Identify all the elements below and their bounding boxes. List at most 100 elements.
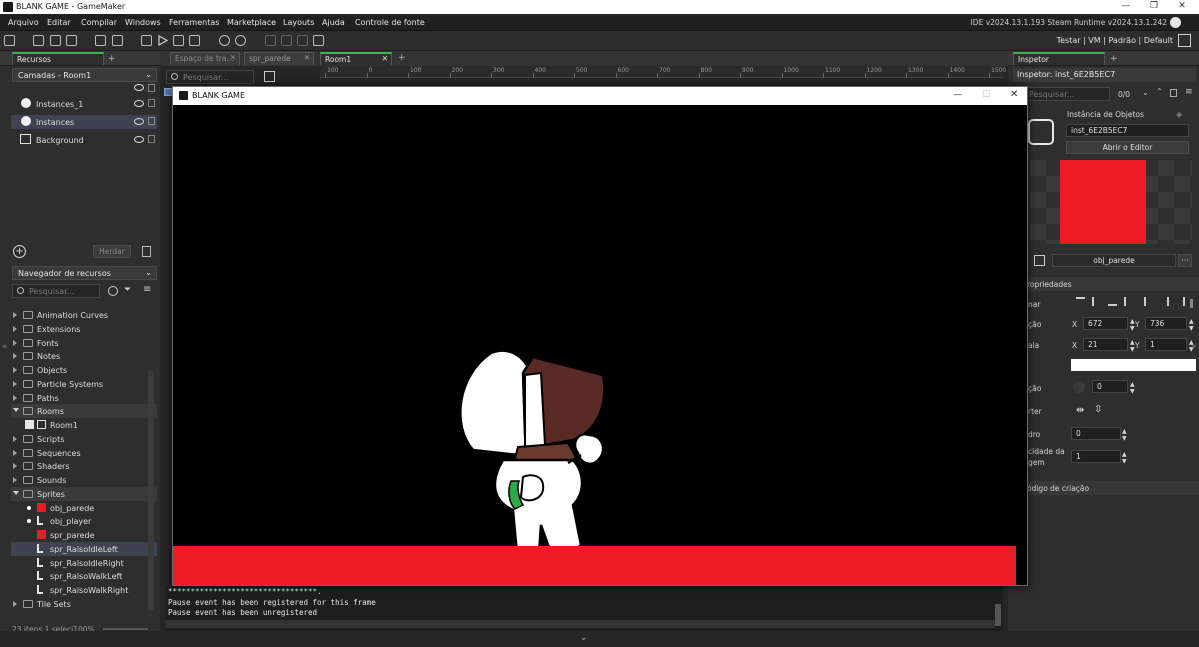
zoom-reset-icon[interactable] — [281, 35, 292, 46]
tree-scrollbar[interactable] — [148, 371, 154, 611]
menu-windows[interactable]: Windows — [125, 18, 161, 27]
tree-item[interactable]: Paths — [11, 391, 157, 405]
layer-checkbox[interactable] — [164, 88, 172, 96]
chevron-right-icon[interactable] — [13, 325, 17, 332]
position-x-field[interactable]: 672 — [1083, 317, 1128, 330]
tree-item[interactable]: Notes — [11, 349, 157, 363]
layer-row[interactable]: Instances — [11, 115, 157, 129]
rotation-field[interactable]: 0 — [1092, 380, 1128, 393]
add-tab-icon[interactable]: + — [1110, 54, 1118, 64]
align-center-icon[interactable] — [1144, 297, 1153, 306]
help-icon[interactable] — [235, 35, 246, 46]
arrow-up-icon[interactable]: ⌃ — [1156, 87, 1163, 96]
zoom-slider[interactable] — [103, 628, 148, 630]
visibility-all-icon[interactable] — [134, 84, 144, 91]
filter-icon[interactable]: ⏷ — [124, 285, 131, 295]
close-icon[interactable]: ✕ — [1171, 1, 1193, 11]
tree-item[interactable]: Rooms — [11, 404, 157, 419]
scale-x-field[interactable]: 21 — [1083, 338, 1128, 351]
align-left-icon[interactable] — [1124, 297, 1133, 306]
chevron-down-icon[interactable] — [13, 490, 19, 495]
layout-icon[interactable] — [313, 35, 324, 46]
layers-select[interactable]: Camadas - Room1 ⌄ — [12, 68, 157, 82]
add-tab-icon[interactable]: + — [108, 54, 116, 64]
align-bottom-icon[interactable] — [1108, 297, 1117, 306]
lock-icon[interactable] — [148, 135, 155, 143]
maximize-icon[interactable]: ☐ — [982, 90, 990, 100]
view-mode-icon[interactable] — [264, 71, 275, 82]
tree-item[interactable]: Room1 — [11, 418, 157, 432]
clean-icon[interactable] — [189, 35, 200, 46]
frame-field[interactable]: 0 — [1071, 427, 1121, 440]
chevron-right-icon[interactable] — [13, 353, 17, 360]
tree-item[interactable]: Animation Curves — [11, 308, 157, 322]
stepper-icon[interactable]: ▲ ▼ — [1130, 381, 1135, 395]
tree-item[interactable]: Extensions — [11, 322, 157, 336]
tree-item[interactable]: Sequences — [11, 446, 157, 460]
console-hscrollbar[interactable] — [165, 620, 995, 628]
rotation-dial-icon[interactable] — [1073, 381, 1085, 393]
flip-vertical-icon[interactable]: ⇳ — [1094, 404, 1102, 415]
open-project-icon[interactable] — [50, 35, 61, 46]
trash-icon[interactable] — [142, 246, 151, 257]
object-select[interactable]: obj_parede — [1052, 254, 1176, 267]
tab-room1[interactable]: Room1 ✕ — [320, 52, 392, 65]
edit-sprite-icon[interactable] — [1034, 255, 1045, 266]
account-icon[interactable] — [1170, 17, 1181, 28]
menu-icon[interactable]: ≡ — [143, 284, 151, 295]
lock-icon[interactable] — [148, 99, 155, 107]
flip-horizontal-icon[interactable]: ⇹ — [1076, 405, 1084, 416]
speed-field[interactable]: 1 — [1071, 450, 1121, 463]
menu-layouts[interactable]: Layouts — [283, 18, 314, 27]
tree-item[interactable]: obj_player — [11, 514, 157, 528]
arrow-down-icon[interactable]: ⌄ — [1142, 88, 1149, 97]
align-top-icon[interactable] — [1076, 297, 1085, 306]
tab-inspetor[interactable]: Inspetor — [1013, 52, 1105, 65]
chevron-right-icon[interactable] — [13, 477, 17, 483]
tree-item[interactable]: obj_parede — [11, 501, 157, 515]
chevron-right-icon[interactable] — [13, 463, 17, 470]
color-field[interactable] — [1071, 359, 1196, 371]
fullscreen-icon[interactable] — [1178, 34, 1191, 47]
maximize-icon[interactable]: ❐ — [1143, 1, 1165, 11]
save-icon[interactable] — [66, 35, 77, 46]
asset-search-input[interactable]: Pesquisar... — [12, 284, 100, 298]
visibility-icon[interactable] — [134, 100, 144, 107]
chevron-right-icon[interactable] — [13, 367, 17, 373]
align-middle-icon[interactable] — [1092, 297, 1101, 306]
open-editor-button[interactable]: Abrir o Editor — [1066, 141, 1189, 154]
menu-arquivo[interactable]: Arquivo — [8, 18, 39, 27]
collapse-right-icon[interactable]: » — [1191, 342, 1197, 352]
chevron-right-icon[interactable] — [13, 435, 17, 442]
target-selector[interactable]: Testar | VM | Padrão | Default — [1057, 36, 1173, 45]
lock-all-icon[interactable] — [148, 84, 155, 92]
menu-ajuda[interactable]: Ajuda — [322, 18, 345, 27]
tree-item[interactable]: spr_RalsoIdleLeft — [11, 541, 157, 556]
stepper-icon[interactable]: ▲ ▼ — [1130, 339, 1135, 353]
tree-item[interactable]: Particle Systems — [11, 377, 157, 391]
tree-item[interactable]: Sprites — [11, 486, 157, 501]
debug-icon[interactable] — [141, 35, 152, 46]
visibility-icon[interactable] — [134, 118, 144, 125]
expand-output-icon[interactable]: ⌄ — [580, 633, 588, 643]
asset-browser-select[interactable]: Navegador de recursos ⌄ — [12, 266, 157, 280]
tab-workspace[interactable]: Espaço de tra... ✕ — [170, 52, 240, 65]
new-project-icon[interactable] — [33, 35, 44, 46]
home-icon[interactable] — [4, 35, 15, 46]
console-vscrollbar[interactable] — [995, 604, 1001, 626]
stepper-icon[interactable]: ▲ ▼ — [1130, 318, 1135, 332]
distribute-icon[interactable] — [1176, 297, 1185, 306]
chevron-right-icon[interactable] — [13, 394, 17, 401]
instance-name-field[interactable]: inst_6E2B5EC7 — [1066, 124, 1189, 137]
minimize-icon[interactable]: — — [1115, 1, 1137, 11]
layer-row[interactable]: Background — [11, 133, 157, 147]
tree-item[interactable]: Tile Sets — [11, 597, 157, 611]
tree-item[interactable]: Scripts — [11, 432, 157, 446]
menu-marketplace[interactable]: Marketplace — [227, 18, 276, 27]
stepper-icon[interactable]: ▲ ▼ — [1122, 451, 1127, 465]
menu-icon[interactable]: ≡ — [1185, 87, 1193, 97]
menu-controle-de-fonte[interactable]: Controle de fonte — [355, 18, 425, 27]
pin-icon[interactable]: ◈ — [1176, 110, 1182, 119]
creation-code-section[interactable]: ódigo de criação — [1027, 484, 1089, 493]
tab-recursos[interactable]: Recursos — [12, 52, 104, 65]
